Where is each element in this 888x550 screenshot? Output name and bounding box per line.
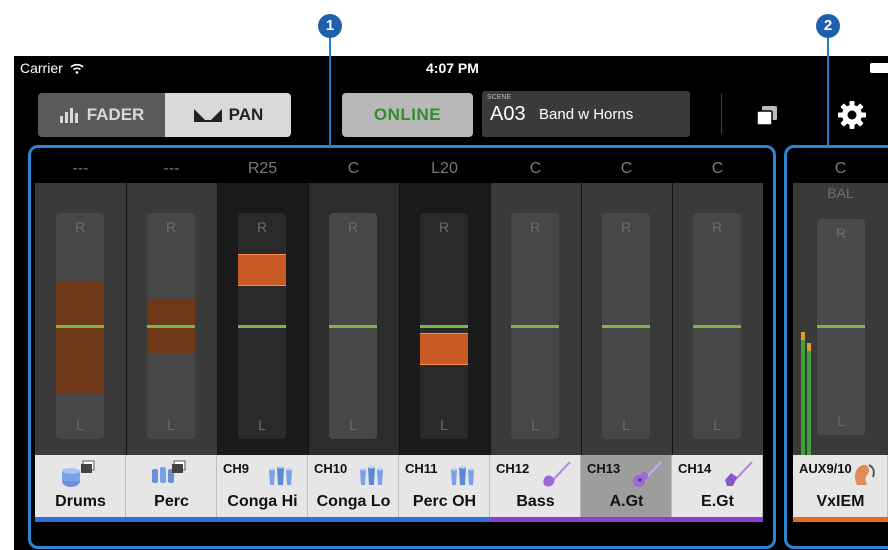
fader-view-button[interactable]: FADER: [38, 93, 165, 137]
pan-view-button[interactable]: PAN: [165, 93, 291, 137]
gear-icon[interactable]: [836, 99, 868, 131]
status-bar: Carrier 4:07 PM: [14, 56, 888, 82]
online-status-button[interactable]: ONLINE: [342, 93, 473, 137]
scene-number: A03: [490, 103, 526, 125]
scene-display[interactable]: SCENE A03 Band w Horns: [482, 91, 690, 137]
callout-2-leader: [827, 38, 829, 146]
aux-area-highlight: [784, 145, 888, 549]
callout-2: 2: [816, 14, 840, 38]
callout-1: 1: [318, 14, 342, 38]
toolbar-divider: [721, 94, 722, 134]
windows-icon[interactable]: [754, 103, 780, 129]
wifi-icon: [70, 63, 84, 74]
scene-name: Band w Horns: [539, 106, 634, 123]
scene-caption: SCENE: [487, 94, 512, 101]
view-mode-toggle: FADER PAN: [38, 93, 291, 137]
battery-icon: [870, 63, 888, 73]
carrier-label: Carrier: [20, 60, 84, 76]
pan-wedge-icon: [193, 109, 222, 122]
channel-area-highlight: [28, 145, 776, 549]
fader-bars-icon: [59, 108, 78, 123]
clock: 4:07 PM: [426, 60, 479, 76]
callout-1-leader: [329, 38, 331, 146]
device-screen: Carrier 4:07 PM FADER PAN ONLINE SCENE A…: [14, 56, 888, 550]
